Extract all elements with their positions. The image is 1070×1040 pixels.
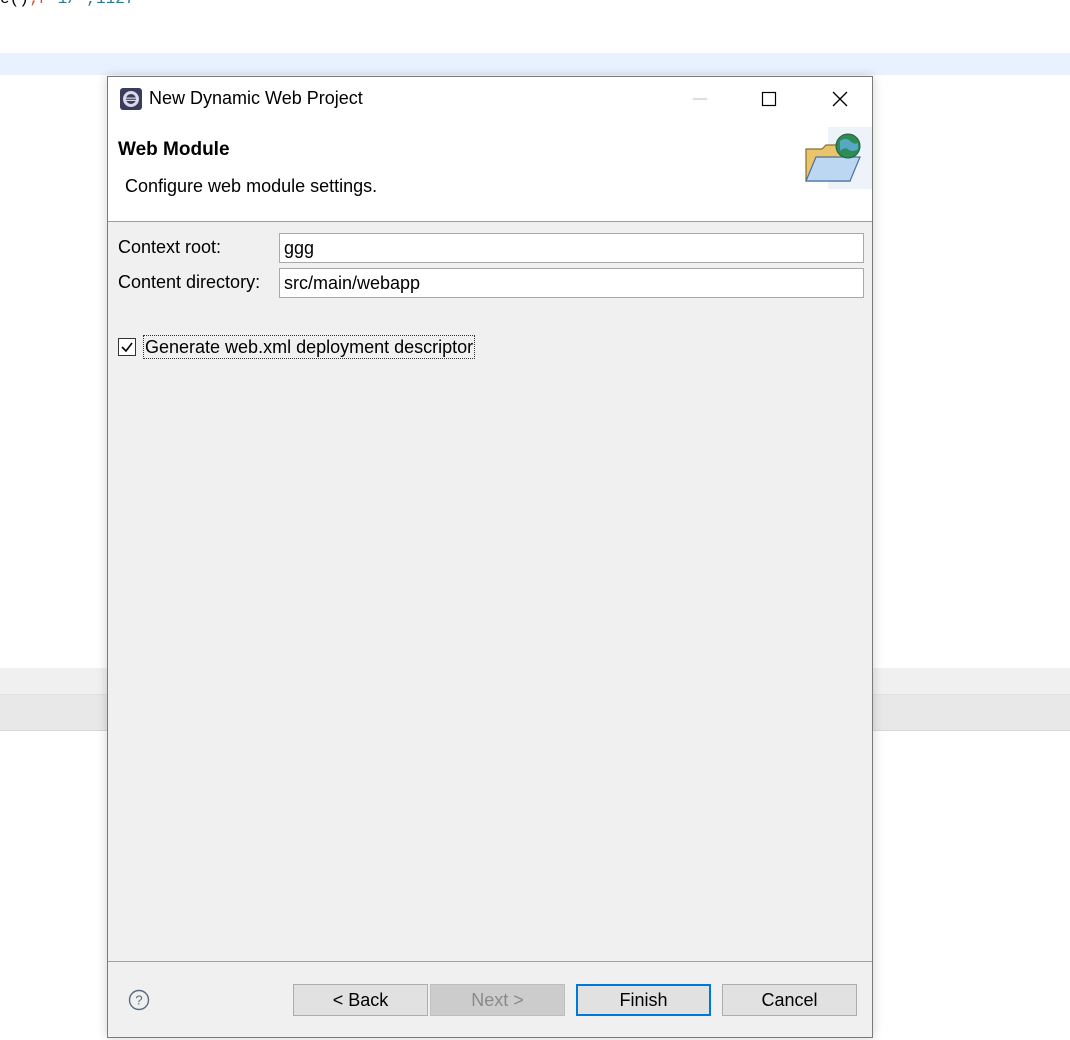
back-button[interactable]: < Back [293, 984, 428, 1016]
web-folder-globe-icon [805, 127, 872, 189]
wizard-header: Web Module Configure web module settings… [108, 121, 872, 222]
generate-descriptor-checkbox[interactable] [118, 338, 136, 356]
close-button[interactable] [817, 77, 863, 121]
new-dynamic-web-project-dialog: New Dynamic Web Project Web Module Confi… [107, 76, 873, 1038]
dialog-title: New Dynamic Web Project [149, 88, 363, 108]
wizard-page-description: Configure web module settings. [125, 176, 378, 196]
minimize-icon [693, 98, 707, 100]
eclipse-app-icon [120, 88, 142, 110]
wizard-page-title: Web Module [118, 139, 230, 160]
finish-button[interactable]: Finish [576, 984, 711, 1016]
help-icon[interactable]: ? [128, 989, 150, 1011]
content-directory-input[interactable] [279, 268, 864, 298]
close-icon [832, 91, 848, 107]
cancel-button[interactable]: Cancel [722, 984, 857, 1016]
maximize-button[interactable] [746, 77, 792, 121]
dialog-titlebar[interactable]: New Dynamic Web Project [108, 77, 872, 121]
checkmark-icon [121, 342, 133, 353]
context-root-label: Context root: [118, 237, 222, 257]
svg-text:?: ? [135, 993, 142, 1008]
context-root-input[interactable] [279, 233, 864, 263]
next-button[interactable]: Next > [430, 984, 565, 1016]
minimize-button[interactable] [677, 77, 723, 121]
editor-current-line-highlight [0, 53, 1070, 75]
footer-separator [108, 961, 872, 962]
maximize-icon [761, 91, 777, 107]
background-code-line: e();r 1/ ,1127 [0, 0, 134, 8]
generate-descriptor-option[interactable]: Generate web.xml deployment descriptor [118, 335, 476, 359]
generate-descriptor-label[interactable]: Generate web.xml deployment descriptor [143, 335, 476, 359]
content-directory-label: Content directory: [118, 272, 261, 292]
